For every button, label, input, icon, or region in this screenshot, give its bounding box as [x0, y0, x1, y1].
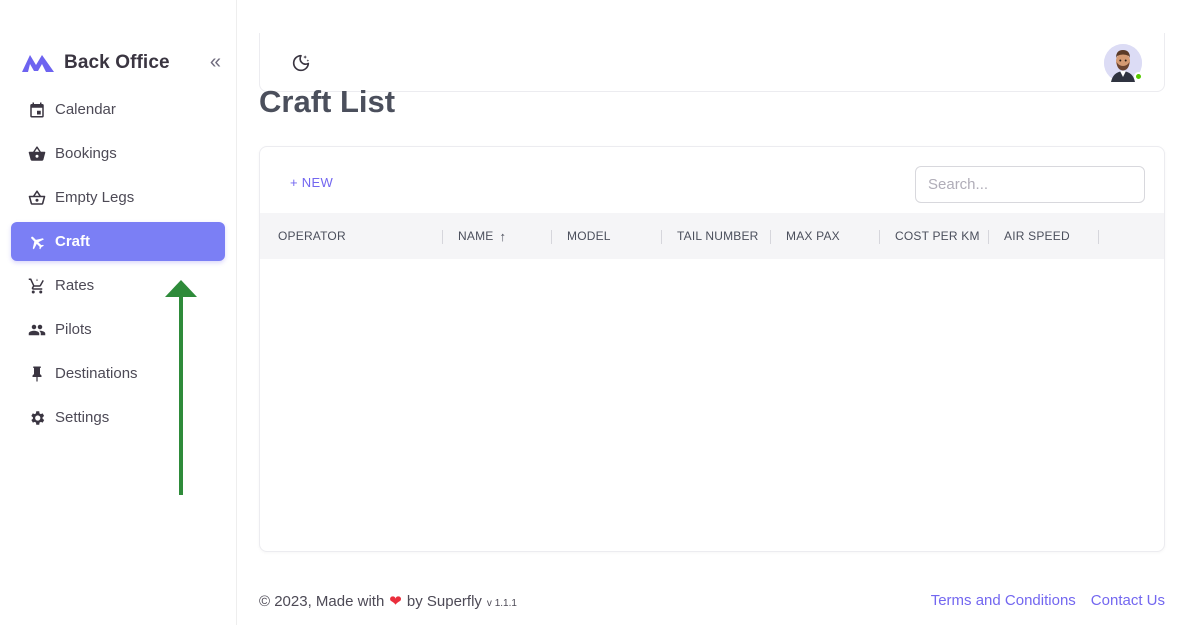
heart-icon: ❤	[389, 593, 402, 610]
craft-table-card: + NEW OPERATOR NAME ↑ MODEL TAIL NUMBER …	[259, 146, 1165, 552]
airplane-icon	[27, 232, 47, 252]
people-icon	[27, 320, 47, 340]
column-header-tail-number[interactable]: TAIL NUMBER	[662, 213, 771, 259]
avatar[interactable]	[1104, 44, 1143, 82]
collapse-sidebar-button[interactable]: «	[210, 52, 221, 72]
table-header: OPERATOR NAME ↑ MODEL TAIL NUMBER MAX PA…	[260, 213, 1164, 259]
pin-icon	[27, 364, 47, 384]
sidebar-item-empty-legs[interactable]: Empty Legs	[11, 178, 225, 217]
brand-title: Back Office	[64, 52, 170, 73]
column-header-air-speed[interactable]: AIR SPEED	[989, 213, 1099, 259]
sidebar-item-bookings[interactable]: Bookings	[11, 134, 225, 173]
sidebar-item-label: Rates	[55, 277, 95, 294]
sidebar-item-label: Calendar	[55, 101, 116, 118]
made-by-text: by Superfly	[406, 593, 482, 610]
gear-icon	[27, 408, 47, 428]
calendar-icon	[27, 100, 47, 120]
basket-icon	[27, 144, 47, 164]
column-header-label: OPERATOR	[278, 229, 346, 243]
sidebar-item-label: Settings	[55, 409, 110, 426]
column-header-label: AIR SPEED	[1004, 229, 1070, 243]
column-header-label: COST PER KM	[895, 229, 980, 243]
copyright-text: © 2023, Made with	[259, 593, 385, 610]
terms-link[interactable]: Terms and Conditions	[931, 592, 1076, 609]
page-title: Craft List	[259, 84, 396, 118]
sidebar-item-label: Craft	[55, 233, 91, 250]
footer-links: Terms and Conditions Contact Us	[916, 592, 1165, 609]
column-header-max-pax[interactable]: MAX PAX	[771, 213, 880, 259]
contact-link[interactable]: Contact Us	[1091, 592, 1165, 609]
column-header-label: TAIL NUMBER	[677, 229, 759, 243]
sidebar-item-label: Destinations	[55, 365, 138, 382]
sidebar-item-calendar[interactable]: Calendar	[11, 90, 225, 129]
new-craft-button[interactable]: + NEW	[290, 175, 333, 190]
online-status-badge	[1134, 72, 1143, 81]
version-label: v 1.1.1	[486, 598, 517, 609]
sort-ascending-icon[interactable]: ↑	[499, 229, 506, 244]
brand-logo-icon	[22, 55, 54, 72]
column-header-model[interactable]: MODEL	[552, 213, 662, 259]
sidebar-item-label: Empty Legs	[55, 189, 135, 206]
column-header-label: MAX PAX	[786, 229, 840, 243]
column-header-label: MODEL	[567, 229, 611, 243]
column-header-cost-per-km[interactable]: COST PER KM	[880, 213, 989, 259]
brand[interactable]: Back Office «	[20, 46, 225, 80]
column-header-operator[interactable]: OPERATOR	[260, 213, 443, 259]
sidebar: Back Office « Calendar Bookings Empty Le…	[0, 0, 237, 625]
column-separator	[1098, 230, 1099, 244]
sidebar-item-craft[interactable]: Craft	[11, 222, 225, 261]
sidebar-item-label: Pilots	[55, 321, 92, 338]
column-header-name[interactable]: NAME ↑	[443, 213, 552, 259]
basket-outline-icon	[27, 188, 47, 208]
cart-outline-icon	[27, 276, 47, 296]
moon-star-icon[interactable]	[290, 52, 312, 74]
column-header-label: NAME	[458, 229, 494, 243]
search-input[interactable]	[915, 166, 1145, 203]
footer-copyright: © 2023, Made with ❤ by Superfly v 1.1.1	[259, 592, 517, 610]
sidebar-item-label: Bookings	[55, 145, 117, 162]
annotation-arrow-icon	[165, 280, 197, 495]
